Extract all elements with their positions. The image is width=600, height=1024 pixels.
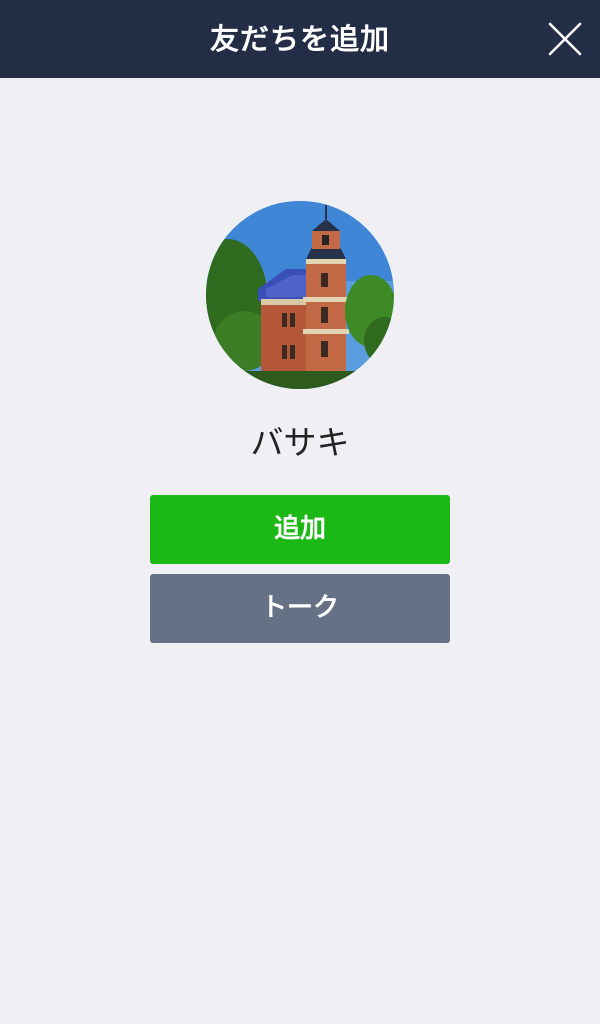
talk-button[interactable]: トーク xyxy=(150,574,450,643)
building-photo xyxy=(206,201,394,389)
header-bar: 友だちを追加 xyxy=(0,0,600,78)
page-title: 友だちを追加 xyxy=(209,22,390,56)
profile-name: バサキ xyxy=(250,423,350,462)
close-button[interactable] xyxy=(546,20,584,58)
profile-avatar[interactable] xyxy=(206,201,394,389)
add-friend-button[interactable]: 追加 xyxy=(150,495,450,564)
close-icon xyxy=(548,22,582,56)
